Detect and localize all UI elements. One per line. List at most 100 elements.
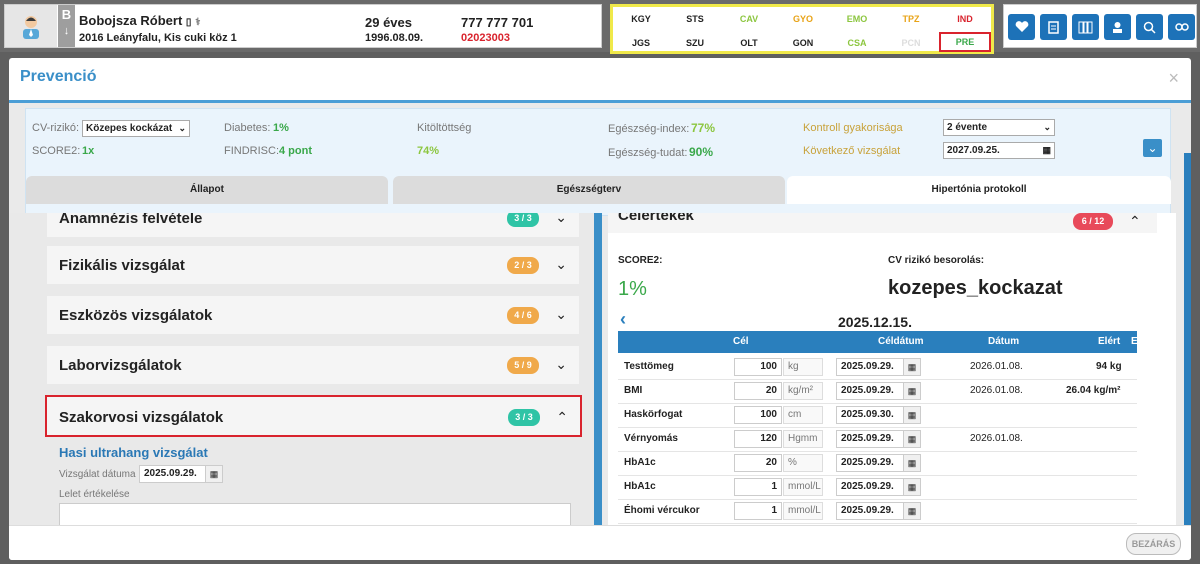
accordion-title: Szakorvosi vizsgálatok [59,409,224,426]
celdatum-input[interactable]: 2025.09.29. [836,478,904,496]
document-icon[interactable] [1040,14,1067,40]
module-pre[interactable]: PRE [939,32,991,52]
lelet-label: Lelet értékelése [59,489,130,500]
col-e: E [1131,336,1138,347]
accordion-fizikalis[interactable]: Fizikális vizsgálat 2 / 3 ⌄ [47,246,579,284]
module-szu[interactable]: SZU [669,38,721,48]
chevron-up-icon: ⌃ [1129,213,1141,229]
score2-value: 1x [82,145,95,157]
cv-risk-select[interactable]: Közepes kockázat ⌄ [82,120,190,137]
calendar-icon[interactable]: ▦ [903,478,921,496]
heart-icon[interactable] [1008,14,1035,40]
patient-avatar-icon [5,5,57,47]
phone-icon: ▯ [185,17,192,28]
module-emo[interactable]: EMO [831,14,883,24]
calendar-icon[interactable]: ▦ [903,406,921,424]
tab-egeszsegterv[interactable]: Egészségterv [393,176,785,204]
module-ind[interactable]: IND [939,14,991,24]
right-scrollbar[interactable] [1184,153,1191,525]
link-icon[interactable] [1168,14,1195,40]
target-input[interactable]: 20 [734,454,782,472]
row-name: HbA1c [624,481,656,492]
unit: kg/m² [783,382,823,400]
col-elert: Elért [1098,336,1121,347]
unit: cm [783,406,823,424]
panel-divider [594,213,602,525]
accordion-szakorvosi[interactable]: Szakorvosi vizsgálatok 3 / 3 ⌃ [45,395,582,437]
bezaras-button[interactable]: BEZÁRÁS [1126,533,1181,555]
findrisc-value: 4 pont [279,145,312,157]
modal-footer: BEZÁRÁS [9,525,1191,560]
score2-label: SCORE2: [32,145,81,157]
target-input[interactable]: 1 [734,478,782,496]
module-grid: KGY STS CAV GYO EMO TPZ IND JGS SZU OLT … [610,4,994,54]
celertekek-panel: Célértékek 6 / 12 ⌃ SCORE2: CV rizikó be… [608,213,1176,525]
status-badge: 3 / 3 [507,213,539,227]
col-cel: Cél [733,336,749,347]
celdatum-input[interactable]: 2025.09.29. [836,358,904,376]
chevron-down-icon: ⌄ [555,213,567,225]
target-input[interactable]: 20 [734,382,782,400]
score2-label: SCORE2: [618,255,663,266]
expand-chevron-icon[interactable]: ⌄ [1143,139,1162,157]
chevron-left-icon[interactable]: ‹ [620,309,626,330]
module-gon[interactable]: GON [777,38,829,48]
module-jgs[interactable]: JGS [615,38,667,48]
calendar-icon[interactable]: ▦ [903,382,921,400]
calendar-icon[interactable]: ▦ [903,502,921,520]
target-input[interactable]: 120 [734,430,782,448]
module-sts[interactable]: STS [669,14,721,24]
module-pcn[interactable]: PCN [885,38,937,48]
kovetkezo-date-input[interactable]: 2027.09.25. ▦ [943,142,1055,159]
patient-address: 2016 Leányfalu, Kis cuki köz 1 [79,32,237,44]
table-row: Vérnyomás 120 Hgmm 2025.09.29. ▦ 2026.01… [618,428,1137,452]
accordion-anamnezis[interactable]: Anamnézis felvétele 3 / 3 ⌄ [47,213,579,237]
kontroll-select[interactable]: 2 évente ⌄ [943,119,1055,136]
celdatum-input[interactable]: 2025.09.29. [836,454,904,472]
book-icon[interactable] [1072,14,1099,40]
target-input[interactable]: 100 [734,358,782,376]
tab-hipertonia-protokoll[interactable]: Hipertónia protokoll [787,176,1171,204]
tab-allapot[interactable]: Állapot [26,176,388,204]
arrow-down-icon[interactable]: ↓ [58,25,75,37]
calendar-icon[interactable]: ▦ [903,358,921,376]
module-cav[interactable]: CAV [723,14,775,24]
table-date: 2025.12.15. [838,314,912,330]
table-row: Haskörfogat 100 cm 2025.09.30. ▦ [618,404,1137,428]
accordion-title: Eszközös vizsgálatok [59,307,213,324]
egeszseg-tudat-value: 90% [689,145,714,159]
calendar-icon[interactable]: ▦ [903,454,921,472]
modal-title: Prevenció [20,68,97,85]
celdatum-input[interactable]: 2025.09.29. [836,502,904,520]
lelet-textarea[interactable] [59,503,571,525]
col-datum: Dátum [988,336,1020,347]
module-kgy[interactable]: KGY [615,14,667,24]
module-gyo[interactable]: GYO [777,14,829,24]
calendar-icon[interactable]: ▦ [903,430,921,448]
summary-panel: CV-rizikó: Közepes kockázat ⌄ SCORE2: 1x … [25,108,1171,216]
calendar-icon[interactable]: ▦ [1042,145,1051,156]
patient-id: 02023003 [461,32,510,44]
celdatum-input[interactable]: 2025.09.30. [836,406,904,424]
zoom-icon[interactable] [1136,14,1163,40]
user-task-icon[interactable] [1104,14,1131,40]
target-input[interactable]: 100 [734,406,782,424]
patient-card[interactable]: B ↓ Bobojsza Róbert ▯ ⚕ 2016 Leányfalu, … [4,4,602,48]
module-csa[interactable]: CSA [831,38,883,48]
accordion-eszkozos[interactable]: Eszközös vizsgálatok 4 / 6 ⌄ [47,296,579,334]
celdatum-input[interactable]: 2025.09.29. [836,430,904,448]
celertekek-header[interactable]: Célértékek 6 / 12 ⌃ [608,213,1157,233]
module-tpz[interactable]: TPZ [885,14,937,24]
celdatum-input[interactable]: 2025.09.29. [836,382,904,400]
kitoltottseg-label: Kitöltöttség [417,122,472,134]
module-olt[interactable]: OLT [723,38,775,48]
table-row: Éhomi vércukor 1 mmol/L 2025.09.29. ▦ [618,500,1137,524]
accordion-labor[interactable]: Laborvizsgálatok 5 / 9 ⌄ [47,346,579,384]
calendar-icon[interactable]: ▦ [205,465,223,483]
close-icon[interactable]: × [1168,68,1179,89]
cv-besorolas-value: kozepes_kockazat [888,277,1063,299]
vizsgalat-datuma-input[interactable]: 2025.09.29. [139,465,207,483]
target-input[interactable]: 1 [734,502,782,520]
row-name: BMI [624,385,643,396]
status-badge: 2 / 3 [507,257,539,274]
